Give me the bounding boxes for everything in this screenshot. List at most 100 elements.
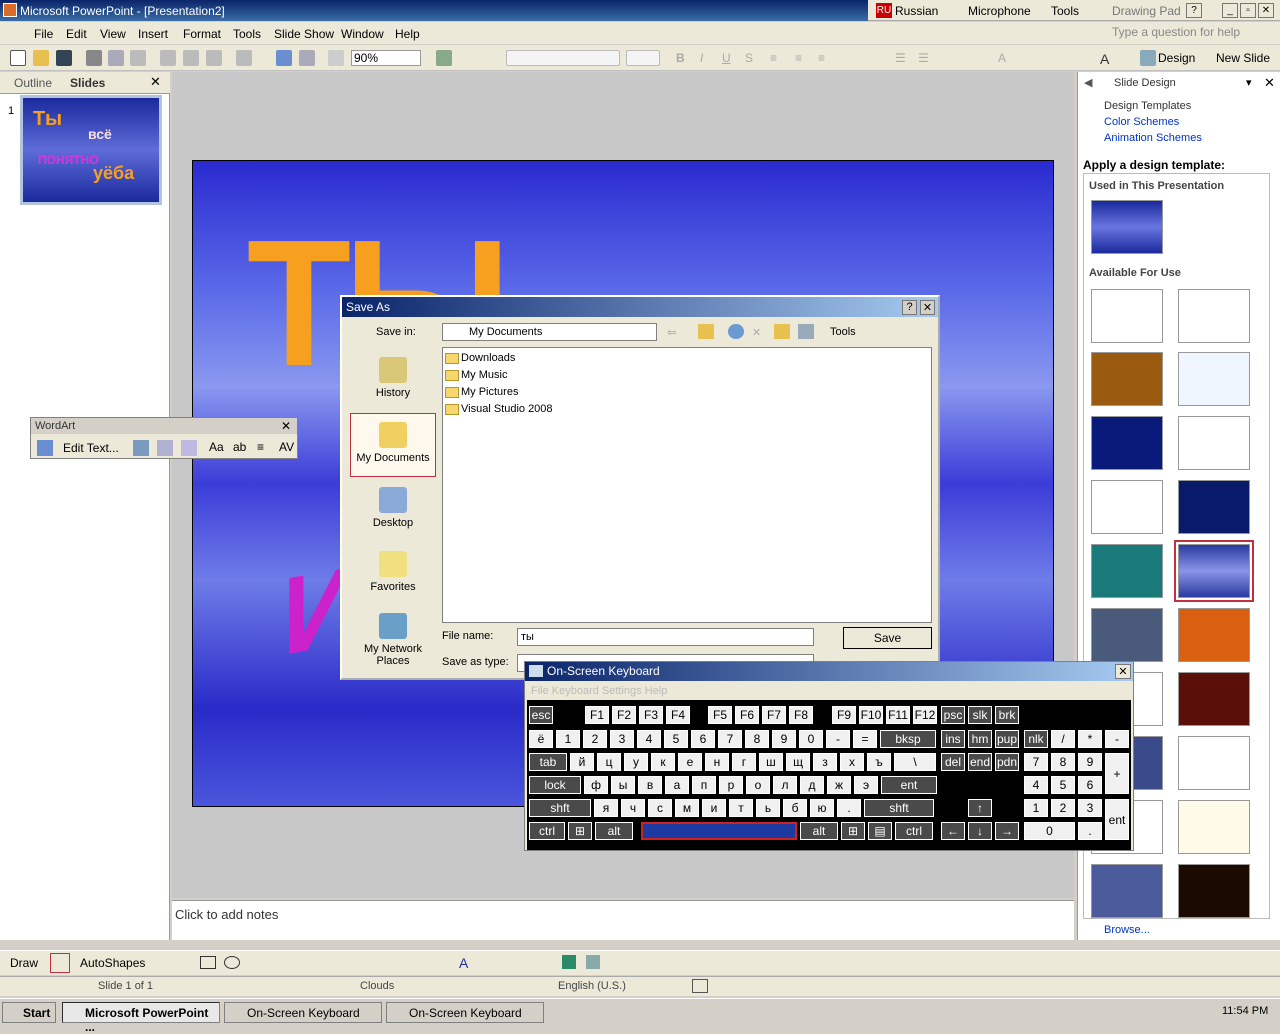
key[interactable]: nlk	[1024, 730, 1048, 748]
key[interactable]: ⊞	[841, 822, 865, 840]
search-web-icon[interactable]	[728, 324, 744, 339]
key-space[interactable]	[641, 822, 797, 840]
autoshapes-menu[interactable]: AutoShapes	[80, 956, 145, 970]
key[interactable]: →	[995, 822, 1019, 840]
file-list[interactable]: Downloads My Music My Pictures Visual St…	[442, 347, 932, 623]
key[interactable]: с	[648, 799, 672, 817]
template-18[interactable]	[1178, 800, 1250, 854]
design-templates-link[interactable]: Design Templates	[1104, 100, 1191, 112]
key[interactable]: del	[941, 753, 965, 771]
help-search-input[interactable]: Type a question for help	[1112, 25, 1262, 41]
slide-thumbnail[interactable]: Ты всё ПОНЯТНО уёба	[20, 95, 162, 205]
key[interactable]: F10	[859, 706, 883, 724]
template-clouds-used[interactable]	[1091, 200, 1163, 254]
key[interactable]: в	[638, 776, 662, 794]
cut-icon[interactable]	[160, 50, 176, 66]
shadow-icon[interactable]: S	[745, 51, 753, 65]
chart-icon[interactable]	[276, 50, 292, 66]
key[interactable]: з	[813, 753, 837, 771]
vertical-text-icon[interactable]: ab	[233, 440, 246, 454]
key[interactable]: 4	[1024, 776, 1048, 794]
key[interactable]: slk	[968, 706, 992, 724]
key[interactable]: F7	[762, 706, 786, 724]
language-label[interactable]: Russian	[895, 4, 938, 18]
key[interactable]: щ	[786, 753, 810, 771]
tab-outline[interactable]: Outline	[14, 76, 52, 90]
key[interactable]: е	[678, 753, 702, 771]
key[interactable]: л	[773, 776, 797, 794]
key[interactable]: й	[570, 753, 594, 771]
menu-help[interactable]: Help	[395, 27, 420, 41]
key[interactable]: tab	[529, 753, 567, 771]
key[interactable]: -	[826, 730, 850, 748]
language-bar[interactable]: RU Russian Microphone Tools Drawing Pad …	[868, 0, 1280, 21]
key[interactable]: esc	[529, 706, 553, 724]
key[interactable]: 3	[610, 730, 634, 748]
key[interactable]: pdn	[995, 753, 1019, 771]
key[interactable]: ▤	[868, 822, 892, 840]
key[interactable]: psc	[941, 706, 965, 724]
select-objects-icon[interactable]	[50, 953, 70, 973]
microphone-button[interactable]: Microphone	[968, 4, 1031, 18]
design-button[interactable]: Design	[1158, 51, 1195, 65]
key[interactable]: hm	[968, 730, 992, 748]
key[interactable]: ё	[529, 730, 553, 748]
increase-font-icon[interactable]: A	[998, 51, 1006, 65]
template-16[interactable]	[1178, 736, 1250, 790]
key[interactable]: -	[1105, 730, 1129, 748]
key[interactable]: =	[853, 730, 877, 748]
numbering-icon[interactable]: ☰	[895, 51, 906, 65]
design-icon[interactable]	[1140, 50, 1156, 66]
key[interactable]: 2	[583, 730, 607, 748]
key[interactable]: +	[1105, 753, 1129, 794]
3d-style-icon[interactable]	[586, 955, 600, 969]
key[interactable]: ins	[941, 730, 965, 748]
key[interactable]: 8	[1051, 753, 1075, 771]
key[interactable]: 0	[799, 730, 823, 748]
drawing-pad-button[interactable]: Drawing Pad	[1112, 4, 1181, 18]
key[interactable]: F5	[708, 706, 732, 724]
key[interactable]: ctrl	[529, 822, 565, 840]
save-in-select[interactable]: My Documents	[442, 323, 657, 341]
font-size-select[interactable]	[626, 50, 660, 66]
key[interactable]: 7	[718, 730, 742, 748]
template-3[interactable]	[1091, 352, 1163, 406]
key[interactable]: м	[675, 799, 699, 817]
key[interactable]: .	[1078, 822, 1102, 840]
delete-icon[interactable]: ✕	[752, 326, 761, 339]
key[interactable]: ←	[941, 822, 965, 840]
undo-icon[interactable]	[236, 50, 252, 66]
open-icon[interactable]	[33, 50, 49, 66]
back-arrow-icon[interactable]: ⇦	[667, 326, 676, 339]
place-network[interactable]: My Network Places	[350, 605, 436, 669]
key[interactable]: у	[624, 753, 648, 771]
key[interactable]: F8	[789, 706, 813, 724]
key[interactable]: ent	[1105, 799, 1129, 840]
place-desktop[interactable]: Desktop	[350, 479, 436, 543]
edit-text-button[interactable]: Edit Text...	[63, 441, 119, 455]
key[interactable]: 6	[1078, 776, 1102, 794]
font-select[interactable]	[506, 50, 620, 66]
key[interactable]: .	[837, 799, 861, 817]
key[interactable]: 2	[1051, 799, 1075, 817]
template-9[interactable]	[1091, 544, 1163, 598]
task-osk-1[interactable]: On-Screen Keyboard	[224, 1002, 382, 1023]
dialog-close-icon[interactable]: ✕	[920, 300, 935, 315]
key[interactable]: *	[1078, 730, 1102, 748]
format-wordart-icon[interactable]	[157, 440, 173, 456]
key[interactable]: end	[968, 753, 992, 771]
menu-file[interactable]: File	[34, 27, 53, 41]
char-spacing-icon[interactable]: AV	[279, 440, 294, 454]
close-pane-icon[interactable]: ✕	[150, 74, 161, 90]
key[interactable]: 7	[1024, 753, 1048, 771]
key[interactable]: /	[1051, 730, 1075, 748]
list-item[interactable]: My Pictures	[445, 386, 518, 398]
key[interactable]: F6	[735, 706, 759, 724]
underline-icon[interactable]: U	[722, 51, 731, 65]
save-button[interactable]: Save	[843, 627, 932, 649]
key[interactable]: \	[894, 753, 936, 771]
notes-pane[interactable]: Click to add notes	[172, 900, 1074, 940]
key[interactable]: ↑	[968, 799, 992, 817]
key[interactable]: 1	[1024, 799, 1048, 817]
up-folder-icon[interactable]	[698, 324, 714, 339]
